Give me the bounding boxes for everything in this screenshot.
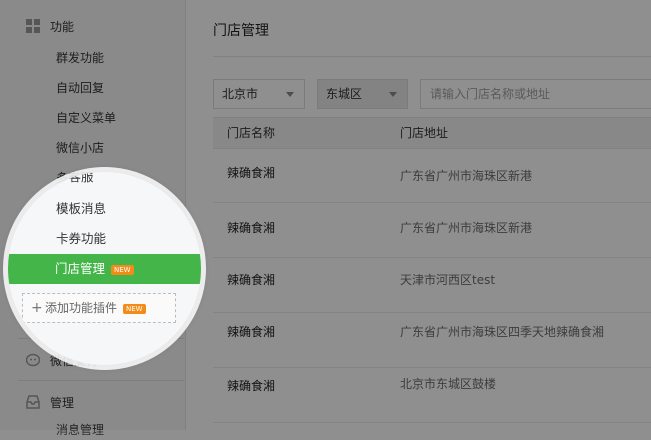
store-address: 天津市河西区test [400,273,496,287]
store-name: 辣确食湘 [227,379,276,393]
sidebar-divider [18,380,184,381]
sidebar-item-message-manage[interactable]: 消息管理 [56,420,104,440]
main-content: 门店管理 北京市 东城区 门店名称 门店地址 辣确食湘 广东省广州市海珠区新港 … [186,0,651,430]
city-select[interactable]: 北京市 [213,79,305,109]
plus-icon: + [31,300,43,316]
table-row[interactable]: 辣确食湘 天津市河西区test [213,258,651,313]
new-badge: NEW [123,303,146,314]
grid-icon [26,19,40,33]
sidebar-item-custom-menu[interactable]: 自定义菜单 [56,108,116,128]
district-select-value: 东城区 [326,87,363,101]
wechat-pay-icon [26,353,40,367]
store-address: 北京市东城区鼓楼 [400,377,497,391]
store-name: 辣确食湘 [227,273,276,287]
table-row[interactable]: 辣确食湘 广东省广州市海珠区新港 [213,203,651,258]
store-search-input[interactable] [420,79,651,109]
sidebar-item-label: 门店管理 NEW [55,254,134,284]
sidebar-section-label: 管理 [50,395,75,410]
district-select[interactable]: 东城区 [317,79,408,109]
store-name: 辣确食湘 [227,221,276,235]
store-address: 广东省广州市海珠区新港 [400,169,533,183]
sidebar-item-customer-service[interactable]: 多客服 [56,172,94,187]
table-header: 门店名称 门店地址 [213,117,651,149]
sidebar-item-wechat-shop[interactable]: 微信小店 [56,138,104,158]
sidebar-item-template-msg[interactable]: 模板消息 [56,199,106,219]
add-plugin-button[interactable]: + 添加功能插件 NEW [22,293,176,323]
sidebar-item-auto-reply[interactable]: 自动回复 [56,78,104,98]
store-name: 辣确食湘 [227,325,276,339]
sidebar-section-function[interactable]: 功能 [26,16,74,36]
sidebar-section-manage[interactable]: 管理 [26,392,74,412]
title-divider [213,56,651,57]
page-title: 门店管理 [213,23,269,39]
chevron-down-icon [286,92,294,97]
store-address: 广东省广州市海珠区四季天地辣确食湘 [400,325,605,339]
table-row[interactable]: 辣确食湘 广东省广州市海珠区新港 [213,148,651,203]
chevron-down-icon [389,92,397,97]
inbox-icon [26,395,40,409]
store-name: 辣确食湘 [227,166,276,180]
sidebar-section-label: 功能 [50,19,75,34]
store-address: 广东省广州市海珠区新港 [400,221,533,235]
sidebar-item-store-manage[interactable]: 门店管理 NEW [8,254,201,284]
active-item-text: 门店管理 [55,261,106,276]
column-header-store-name: 门店名称 [227,126,276,140]
city-select-value: 北京市 [222,87,259,101]
add-plugin-label: 添加功能插件 [45,301,118,315]
table-row[interactable]: 辣确食湘 广东省广州市海珠区四季天地辣确食湘 [213,313,651,368]
sidebar-item-mass-send[interactable]: 群发功能 [56,48,104,68]
new-badge: NEW [111,264,134,275]
sidebar-item-cards[interactable]: 卡券功能 [56,229,106,249]
column-header-store-address: 门店地址 [400,126,449,140]
table-row[interactable]: 辣确食湘 北京市东城区鼓楼 [213,368,651,423]
magnifier-lens: 多客服 模板消息 卡券功能 门店管理 NEW + 添加功能插件 NEW [8,172,201,365]
